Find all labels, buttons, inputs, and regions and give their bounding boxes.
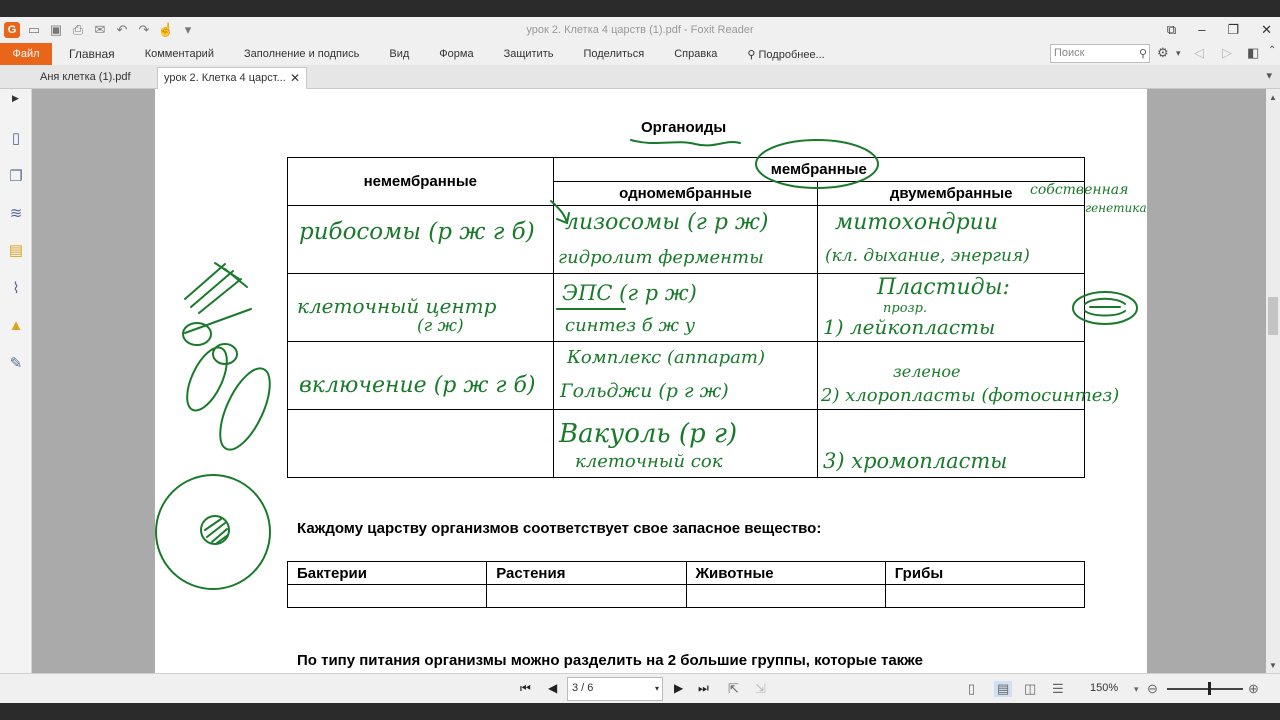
membrane-circle [755, 139, 879, 189]
layers-icon[interactable]: ❐ [6, 167, 26, 187]
zoom-level[interactable]: 150% [1090, 682, 1118, 694]
scroll-down-icon[interactable]: ▼ [1269, 661, 1277, 670]
window-controls: ⧉ – ❐ ✕ [1167, 22, 1272, 38]
settings-gear-icon[interactable]: ⚙ [1157, 45, 1169, 61]
scroll-thumb[interactable] [1268, 297, 1278, 335]
document-area: Органоиды немембранные мембранные одноме… [32, 89, 1266, 673]
menu-comment[interactable]: Комментарий [130, 48, 229, 60]
attachments-icon[interactable]: ⌇ [6, 279, 26, 299]
zoom-slider-track[interactable] [1167, 688, 1243, 690]
previous-view-icon[interactable]: ⇱ [728, 681, 739, 697]
title-bar: G ▭ ▣ ⎙ ✉ ↶ ↷ ☝ ▾ урок 2. Клетка 4 царст… [0, 17, 1280, 43]
restore-layout-icon[interactable]: ⧉ [1167, 22, 1176, 38]
signatures-icon[interactable]: ✎ [6, 354, 26, 374]
tab-label: Аня клетка (1).pdf [40, 71, 131, 83]
zoom-slider-thumb[interactable] [1208, 682, 1211, 695]
ribbon-collapse-icon[interactable]: ⌃ [1268, 45, 1276, 56]
tab-anya-kletka[interactable]: Аня клетка (1).pdf [34, 67, 154, 89]
scroll-up-icon[interactable]: ▲ [1269, 93, 1277, 102]
pdf-page: Органоиды немембранные мембранные одноме… [155, 89, 1147, 673]
centriole-line [184, 308, 252, 334]
search-placeholder: Поиск [1054, 47, 1085, 59]
menu-protect[interactable]: Защитить [489, 48, 569, 60]
page-thumbnails-icon[interactable]: ▯ [6, 129, 26, 149]
ribbon-menu: Файл Главная Комментарий Заполнение и по… [0, 43, 1280, 65]
first-page-icon[interactable]: ⏮ [520, 681, 531, 696]
minimize-icon[interactable]: – [1198, 22, 1205, 38]
undo-icon[interactable]: ↶ [114, 22, 130, 38]
lightbulb-icon: ⚲ [747, 48, 759, 61]
ink-sketches [155, 139, 1138, 590]
comments-icon[interactable]: ▤ [6, 241, 26, 261]
save-icon[interactable]: ▣ [48, 22, 64, 38]
forward-icon[interactable]: ▷ [1222, 45, 1232, 61]
previous-page-icon[interactable]: ◀ [548, 681, 557, 695]
zoom-in-icon[interactable]: ⊕ [1248, 681, 1259, 697]
page-number-value: 3 / 6 [572, 682, 594, 694]
menu-more-label: Подробнее... [758, 48, 825, 61]
page-dropdown-icon[interactable]: ▾ [655, 679, 659, 699]
next-view-icon[interactable]: ⇲ [755, 681, 766, 697]
arrow-to-lysosome [550, 200, 570, 225]
close-tab-icon[interactable]: ✕ [290, 68, 300, 88]
inclusion-b [219, 367, 271, 451]
tab-urok-2[interactable]: урок 2. Клетка 4 царст... ✕ [157, 67, 307, 89]
customize-dropdown-icon[interactable]: ▾ [180, 22, 196, 38]
menu-form[interactable]: Форма [424, 48, 488, 60]
security-lock-icon[interactable]: ▲ [6, 316, 26, 336]
centriole-a [182, 322, 212, 346]
user-account-icon[interactable]: ◧ [1247, 45, 1259, 61]
tab-list-icon[interactable]: ▾ [1266, 69, 1272, 82]
single-page-icon[interactable]: ▯ [968, 681, 975, 697]
hand-tool-icon[interactable]: ☝ [158, 22, 174, 38]
redo-icon[interactable]: ↷ [136, 22, 152, 38]
menu-fill-sign[interactable]: Заполнение и подпись [229, 48, 374, 60]
print-icon[interactable]: ⎙ [70, 22, 86, 38]
page-number-field[interactable]: 3 / 6 ▾ [567, 677, 663, 701]
bookmarks-icon[interactable]: ≋ [6, 204, 26, 224]
zoom-out-icon[interactable]: ⊖ [1147, 681, 1158, 697]
facing-pages-icon[interactable]: ◫ [1024, 681, 1036, 697]
settings-dropdown-icon[interactable]: ▾ [1176, 48, 1181, 59]
foxit-logo-icon: G [4, 22, 20, 38]
search-icon[interactable]: ⚲ [1139, 46, 1147, 63]
golgi-lines [184, 262, 248, 314]
continuous-page-icon[interactable]: ▤ [994, 681, 1013, 697]
expand-panel-icon[interactable]: ▶ [12, 93, 19, 104]
maximize-icon[interactable]: ❐ [1227, 22, 1239, 38]
back-icon[interactable]: ◁ [1194, 45, 1204, 61]
menu-more[interactable]: ⚲ Подробнее... [732, 48, 839, 61]
thylakoid-detail [1084, 297, 1126, 317]
tab-label: урок 2. Клетка 4 царст... [164, 72, 286, 84]
search-input[interactable]: Поиск ⚲ [1050, 44, 1150, 63]
last-page-icon[interactable]: ⏭ [698, 681, 709, 696]
next-page-icon[interactable]: ▶ [674, 681, 683, 695]
zoom-dropdown-icon[interactable]: ▾ [1134, 684, 1139, 695]
open-file-icon[interactable]: ▭ [26, 22, 42, 38]
close-window-icon[interactable]: ✕ [1261, 22, 1272, 38]
menu-share[interactable]: Поделиться [568, 48, 659, 60]
continuous-facing-icon[interactable]: ☰ [1052, 681, 1064, 697]
vertical-scrollbar[interactable]: ▲ ▼ [1266, 89, 1280, 673]
menu-help[interactable]: Справка [659, 48, 732, 60]
document-tabs: Аня клетка (1).pdf урок 2. Клетка 4 царс… [0, 65, 1280, 89]
status-bar: ⏮ ◀ 3 / 6 ▾ ▶ ⏭ ⇱ ⇲ ▯ ▤ ◫ ☰ 150% ▾ ⊖ ⊕ [0, 673, 1280, 703]
email-icon[interactable]: ✉ [92, 22, 108, 38]
file-tab[interactable]: Файл [0, 43, 52, 65]
title-underline [630, 139, 741, 147]
navigation-panel: ▶ ▯ ❐ ≋ ▤ ⌇ ▲ ✎ [0, 89, 32, 673]
menu-home[interactable]: Главная [52, 47, 130, 61]
menu-view[interactable]: Вид [374, 48, 424, 60]
